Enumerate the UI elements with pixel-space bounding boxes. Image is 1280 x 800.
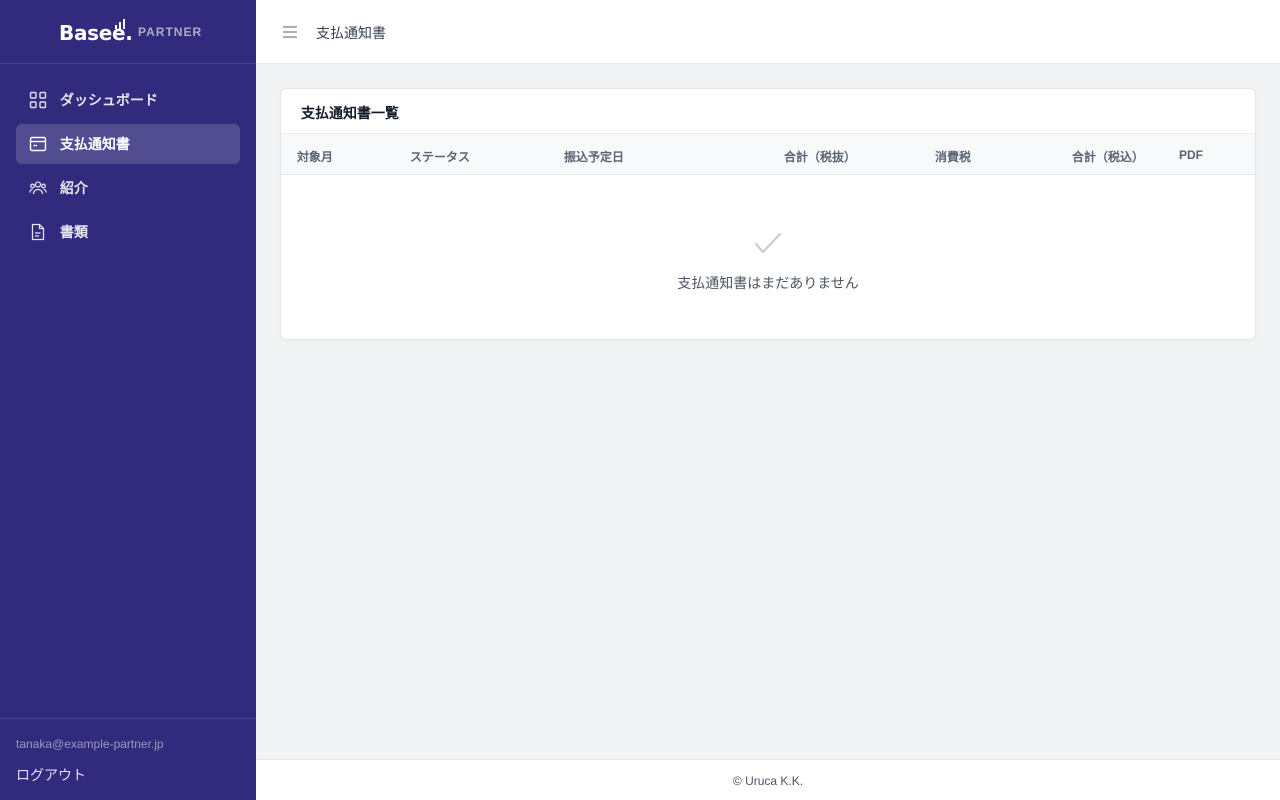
sidebar-item-documents[interactable]: 書類 — [16, 212, 240, 252]
sidebar: Basee. PARTNER ダッシュボード 支払通知書 紹介 書類 tanak… — [0, 0, 256, 800]
column-header-status: ステータス — [410, 150, 471, 164]
signal-bars-icon — [115, 19, 125, 29]
check-icon — [754, 232, 782, 254]
logout-link[interactable]: ログアウト — [16, 765, 86, 785]
sidebar-item-label: 書類 — [60, 224, 88, 240]
sidebar-item-referrals[interactable]: 紹介 — [16, 168, 240, 208]
sidebar-item-label: ダッシュボード — [60, 92, 158, 108]
document-icon — [29, 223, 47, 241]
column-header-target-month: 対象月 — [297, 150, 334, 164]
top-bar: 支払通知書 — [256, 0, 1280, 64]
column-header-pdf: PDF — [1179, 148, 1203, 162]
logo[interactable]: Basee. — [59, 19, 133, 46]
copyright-text: © Uruca K.K. — [732, 774, 804, 788]
sidebar-item-label: 支払通知書 — [60, 136, 130, 152]
user-email: tanaka@example-partner.jp — [16, 737, 164, 751]
column-header-transfer-date: 振込予定日 — [564, 150, 625, 164]
grid-icon — [29, 91, 47, 109]
sidebar-nav: ダッシュボード 支払通知書 紹介 書類 — [16, 80, 240, 256]
column-header-consumption-tax: 消費税 — [935, 150, 972, 164]
payment-notices-card: 支払通知書一覧 対象月 ステータス 振込予定日 合計（税抜） 消費税 合計（税込… — [280, 88, 1256, 340]
brand-area: Basee. PARTNER — [0, 0, 256, 64]
hamburger-icon[interactable] — [282, 24, 298, 40]
sidebar-item-dashboard[interactable]: ダッシュボード — [16, 80, 240, 120]
partner-label: PARTNER — [138, 25, 203, 39]
sidebar-item-payment-notices[interactable]: 支払通知書 — [16, 124, 240, 164]
page-title: 支払通知書 — [316, 25, 386, 41]
table-header: 対象月 ステータス 振込予定日 合計（税抜） 消費税 合計（税込） PDF — [281, 133, 1255, 175]
empty-state-message: 支払通知書はまだありません — [677, 275, 859, 291]
users-icon — [29, 179, 47, 197]
column-header-total-incl-tax: 合計（税込） — [1072, 150, 1145, 164]
page-footer: © Uruca K.K. — [256, 759, 1280, 800]
column-header-total-excl-tax: 合計（税抜） — [784, 150, 857, 164]
sidebar-item-label: 紹介 — [60, 180, 88, 196]
card-icon — [29, 135, 47, 153]
sidebar-footer: tanaka@example-partner.jp ログアウト — [0, 718, 256, 800]
card-title: 支払通知書一覧 — [301, 105, 399, 121]
